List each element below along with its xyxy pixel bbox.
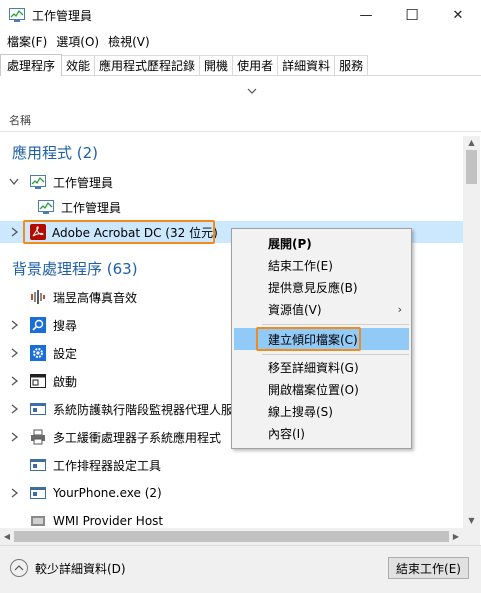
menu-item-label: 結束工作(E)	[268, 258, 333, 273]
menu-item-label: 展開(P)	[268, 236, 312, 251]
menu-separator	[262, 354, 409, 355]
tab-details[interactable]: 詳細資料	[277, 55, 336, 75]
launcher-icon	[30, 374, 46, 388]
service-window-icon	[30, 459, 46, 471]
list-item-task-manager-group[interactable]: 工作管理員	[0, 171, 463, 193]
group-title-apps: 應用程式 (2)	[12, 144, 99, 162]
printer-icon	[31, 429, 45, 445]
gear-icon	[30, 345, 46, 361]
speaker-icon	[31, 290, 45, 304]
list-item-task-scheduler[interactable]: 工作排程器設定工具	[0, 454, 463, 476]
list-item-label: 工作排程器設定工具	[53, 458, 162, 473]
list-item-yourphone[interactable]: YourPhone.exe (2)	[0, 482, 463, 504]
end-task-button[interactable]: 結束工作(E)	[388, 557, 469, 579]
tab-strip: 處理程序 效能 應用程式歷程記錄 開機 使用者 詳細資料 服務	[0, 54, 481, 76]
menu-options[interactable]: 選項(O)	[52, 33, 104, 50]
menu-item-open-file-location[interactable]: 開啟檔案位置(O)	[234, 378, 409, 400]
context-menu: 展開(P) 結束工作(E) 提供意見反應(B) 資源值(V) › 建立傾印檔案(C…	[231, 228, 412, 449]
menu-item-label: 移至詳細資料(G)	[268, 360, 359, 375]
tab-users[interactable]: 使用者	[232, 55, 279, 75]
list-item-label: 瑞昱高傳真音效	[53, 290, 138, 305]
tab-performance[interactable]: 效能	[61, 55, 96, 75]
menu-item-label: 線上搜尋(S)	[268, 404, 333, 419]
scroll-up-icon[interactable]: ▲	[463, 136, 480, 150]
list-item-label: 工作管理員	[53, 175, 114, 190]
chevron-down-icon[interactable]	[8, 177, 20, 187]
collapse-columns-chevron-icon[interactable]	[246, 85, 258, 97]
list-item-task-manager-child[interactable]: 工作管理員	[0, 196, 463, 218]
tab-app-history[interactable]: 應用程式歷程記錄	[94, 55, 201, 75]
menu-item-label: 內容(I)	[268, 426, 305, 441]
vertical-scrollbar[interactable]: ▲ ▼	[463, 136, 480, 528]
menu-item-label: 提供意見反應(B)	[268, 280, 358, 295]
list-item-label: YourPhone.exe (2)	[53, 486, 162, 500]
chevron-up-icon	[10, 559, 28, 577]
menu-bar: 檔案(F) 選項(O) 檢視(V)	[0, 31, 481, 51]
group-title-background: 背景處理程序 (63)	[12, 260, 138, 278]
column-header-name: 名稱	[9, 114, 31, 127]
title-bar: 工作管理員 — ☐ ✕	[0, 0, 481, 30]
chevron-right-icon[interactable]	[8, 320, 20, 330]
scroll-left-icon[interactable]: ◀	[0, 528, 14, 545]
menu-item-expand[interactable]: 展開(P)	[234, 232, 409, 254]
horizontal-scroll-thumb[interactable]	[14, 531, 449, 542]
scroll-right-icon[interactable]: ▶	[449, 528, 463, 545]
fewer-details-button[interactable]: 較少詳細資料(D)	[10, 559, 126, 577]
list-item-label: 工作管理員	[61, 200, 122, 215]
highlight-box-create-dump	[256, 327, 361, 351]
menu-item-search-online[interactable]: 線上搜尋(S)	[234, 400, 409, 422]
minimize-button[interactable]: —	[343, 0, 389, 30]
list-item-label: 搜尋	[53, 318, 78, 333]
chevron-right-icon[interactable]	[8, 348, 20, 358]
tab-startup[interactable]: 開機	[199, 55, 234, 75]
tab-services[interactable]: 服務	[334, 55, 369, 75]
horizontal-scrollbar[interactable]: ◀ ▶	[0, 528, 463, 545]
menu-item-label: 資源值(V)	[268, 302, 322, 317]
service-window-icon	[30, 487, 46, 499]
menu-item-resource-values[interactable]: 資源值(V) ›	[234, 298, 409, 320]
menu-view[interactable]: 檢視(V)	[104, 33, 155, 50]
scrollbar-corner	[463, 528, 480, 545]
menu-item-end-task[interactable]: 結束工作(E)	[234, 254, 409, 276]
task-manager-icon	[9, 8, 25, 22]
footer-bar: 較少詳細資料(D) 結束工作(E)	[0, 545, 481, 593]
menu-separator	[262, 324, 409, 325]
list-item-label: WMI Provider Host	[53, 514, 164, 528]
task-manager-icon	[38, 200, 54, 214]
maximize-icon: ☐	[405, 6, 419, 24]
list-item-label: 設定	[53, 346, 78, 361]
column-header[interactable]: 名稱	[0, 108, 481, 132]
menu-file[interactable]: 檔案(F)	[0, 33, 52, 50]
tab-processes[interactable]: 處理程序	[0, 54, 63, 76]
menu-item-go-to-details[interactable]: 移至詳細資料(G)	[234, 356, 409, 378]
submenu-arrow-icon: ›	[397, 302, 402, 316]
window-title: 工作管理員	[32, 8, 93, 23]
highlight-box-acrobat	[23, 220, 215, 244]
menu-item-properties[interactable]: 內容(I)	[234, 422, 409, 444]
chevron-right-icon[interactable]	[8, 376, 20, 386]
task-manager-icon	[30, 175, 46, 189]
fewer-details-label: 較少詳細資料(D)	[35, 561, 126, 576]
chevron-right-icon[interactable]	[8, 488, 20, 498]
chevron-right-icon[interactable]	[8, 227, 20, 237]
list-item-wmi[interactable]: WMI Provider Host	[0, 510, 463, 528]
menu-item-feedback[interactable]: 提供意見反應(B)	[234, 276, 409, 298]
chevron-right-icon[interactable]	[8, 432, 20, 442]
minimize-icon: —	[359, 7, 373, 23]
close-button[interactable]: ✕	[435, 0, 481, 30]
wmi-icon	[31, 516, 45, 526]
list-item-label: 啟動	[53, 374, 78, 389]
list-item-label: 系統防護執行階段監視器代理人服	[53, 402, 234, 417]
close-icon: ✕	[452, 7, 464, 23]
menu-item-label: 開啟檔案位置(O)	[268, 382, 359, 397]
chevron-right-icon[interactable]	[8, 404, 20, 414]
search-icon	[30, 317, 46, 333]
vertical-scroll-thumb[interactable]	[466, 150, 477, 184]
list-item-label: 多工緩衝處理器子系統應用程式	[53, 430, 222, 445]
scroll-down-icon[interactable]: ▼	[463, 514, 480, 528]
service-window-icon	[30, 403, 46, 415]
maximize-button[interactable]: ☐	[389, 0, 435, 30]
